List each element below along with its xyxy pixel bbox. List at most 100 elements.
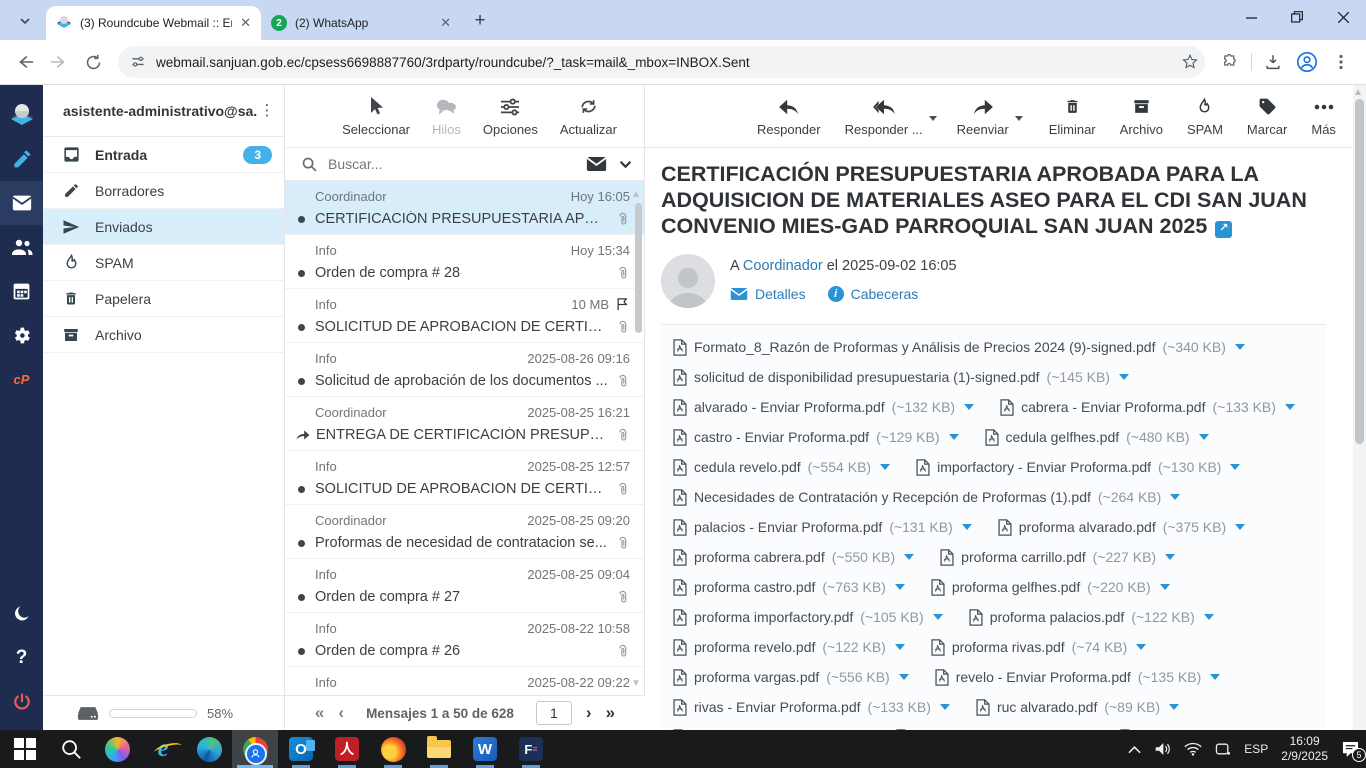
volume-icon[interactable] xyxy=(1154,742,1171,756)
archive-button[interactable]: Archivo xyxy=(1120,96,1163,137)
attachment-dropdown-caret[interactable] xyxy=(895,584,905,590)
attachment-dropdown-caret[interactable] xyxy=(933,614,943,620)
download-icon[interactable] xyxy=(1256,45,1290,79)
attachment-dropdown-caret[interactable] xyxy=(1235,344,1245,350)
search-options-chevron-icon[interactable] xyxy=(619,158,632,171)
mail-nav-icon[interactable] xyxy=(0,181,43,225)
scroll-up-arrow[interactable]: ▲ xyxy=(631,189,641,200)
wifi-icon[interactable] xyxy=(1184,742,1202,756)
back-button[interactable] xyxy=(8,45,42,79)
tab-close-icon[interactable]: ✕ xyxy=(240,15,251,31)
attachment-item[interactable]: palacios - Enviar Proforma.pdf (~131 KB) xyxy=(673,519,972,536)
attachment-dropdown-caret[interactable] xyxy=(880,464,890,470)
attachment-dropdown-caret[interactable] xyxy=(1199,434,1209,440)
sidebar-item-spam[interactable]: SPAM xyxy=(43,245,284,281)
logout-power-icon[interactable] xyxy=(0,680,43,724)
message-list-item[interactable]: Coordinador 2025-08-25 09:20 Proformas d… xyxy=(285,505,644,559)
attachment-item[interactable]: cedula gelfhes.pdf (~480 KB) xyxy=(985,429,1209,446)
attachment-item[interactable]: solicitud de disponibilidad presupuestar… xyxy=(673,369,1129,386)
tray-device-icon[interactable] xyxy=(1215,742,1231,756)
search-input[interactable] xyxy=(328,156,586,172)
account-menu-icon[interactable]: ⋮ xyxy=(258,108,276,113)
attachment-item[interactable]: proforma alvarado.pdf (~375 KB) xyxy=(998,519,1245,536)
window-close-button[interactable] xyxy=(1320,0,1366,34)
attachment-item[interactable]: imporfactory - Enviar Proforma.pdf (~130… xyxy=(916,459,1240,476)
attachment-dropdown-caret[interactable] xyxy=(1210,674,1220,680)
sidebar-item-entrada[interactable]: Entrada 3 xyxy=(43,137,284,173)
calendar-icon[interactable] xyxy=(0,269,43,313)
prev-page-button[interactable]: ‹ xyxy=(338,703,344,723)
message-list-item[interactable]: Info 2025-08-26 09:16 Solicitud de aprob… xyxy=(285,343,644,397)
attachment-dropdown-caret[interactable] xyxy=(1119,374,1129,380)
select-button[interactable]: Seleccionar xyxy=(342,96,410,137)
mail-scrollbar[interactable]: ▲ xyxy=(1353,85,1366,730)
attachment-item[interactable]: proforma palacios.pdf (~122 KB) xyxy=(969,609,1214,626)
last-page-button[interactable]: » xyxy=(606,703,615,723)
outlook-app-button[interactable]: O xyxy=(278,730,324,768)
attachment-dropdown-caret[interactable] xyxy=(899,674,909,680)
attachment-dropdown-caret[interactable] xyxy=(964,404,974,410)
attachment-item[interactable]: proforma vargas.pdf (~556 KB) xyxy=(673,669,909,686)
message-list-item[interactable]: Coordinador Hoy 16:05 CERTIFICACIÓN PRES… xyxy=(285,181,644,235)
forward-button[interactable]: Reenviar xyxy=(957,96,1009,137)
sidebar-item-borradores[interactable]: Borradores xyxy=(43,173,284,209)
new-tab-button[interactable]: + xyxy=(467,8,493,34)
attachment-item[interactable]: cabrera - Enviar Proforma.pdf (~133 KB) xyxy=(1000,399,1295,416)
forward-button[interactable] xyxy=(42,45,76,79)
attachment-item[interactable]: proforma imporfactory.pdf (~105 KB) xyxy=(673,609,943,626)
next-page-button[interactable]: › xyxy=(586,703,592,723)
attachment-item[interactable]: cedula revelo.pdf (~554 KB) xyxy=(673,459,890,476)
sidebar-item-papelera[interactable]: Papelera xyxy=(43,281,284,317)
scroll-up-arrow[interactable]: ▲ xyxy=(1353,87,1363,98)
window-restore-button[interactable] xyxy=(1274,0,1320,34)
word-app-button[interactable]: W xyxy=(462,730,508,768)
profile-icon[interactable] xyxy=(1290,45,1324,79)
attachment-item[interactable]: rivas - Enviar Proforma.pdf (~133 KB) xyxy=(673,699,950,716)
tab-whatsapp[interactable]: 2 (2) WhatsApp ✕ xyxy=(261,6,461,40)
attachment-item[interactable]: ruc alvarado.pdf (~89 KB) xyxy=(976,699,1179,716)
mark-button[interactable]: Marcar xyxy=(1247,96,1287,137)
attachment-dropdown-caret[interactable] xyxy=(949,434,959,440)
scroll-down-arrow[interactable]: ▼ xyxy=(631,678,641,689)
attachment-item[interactable]: alvarado - Enviar Proforma.pdf (~132 KB) xyxy=(673,399,974,416)
spam-button[interactable]: SPAM xyxy=(1187,96,1223,137)
attachment-dropdown-caret[interactable] xyxy=(895,644,905,650)
extensions-icon[interactable] xyxy=(1213,45,1247,79)
list-scrollbar-thumb[interactable] xyxy=(635,203,642,333)
attachment-item[interactable]: castro - Enviar Proforma.pdf (~129 KB) xyxy=(673,429,959,446)
facturador-app-button[interactable]: F≡ xyxy=(508,730,554,768)
sidebar-item-enviados[interactable]: Enviados xyxy=(43,209,284,245)
firefox-app-button[interactable] xyxy=(370,730,416,768)
notification-center-button[interactable]: 5 xyxy=(1341,741,1360,758)
message-list-item[interactable]: Coordinador 2025-08-25 16:21 ENTREGA DE … xyxy=(285,397,644,451)
attachment-dropdown-caret[interactable] xyxy=(1170,494,1180,500)
language-indicator[interactable]: ESP xyxy=(1244,742,1268,756)
chrome-app-button[interactable] xyxy=(232,730,278,768)
delete-button[interactable]: Eliminar xyxy=(1049,96,1096,137)
attachment-dropdown-caret[interactable] xyxy=(1169,704,1179,710)
tab-search-button[interactable] xyxy=(8,7,42,35)
attachment-item[interactable]: Formato_8_Razón de Proformas y Análisis … xyxy=(673,339,1245,356)
attachment-item[interactable]: Necesidades de Contratación y Recepción … xyxy=(673,489,1180,506)
open-in-new-window-icon[interactable]: ↗ xyxy=(1215,221,1232,238)
sender-link[interactable]: Coordinador xyxy=(743,258,823,274)
attachment-dropdown-caret[interactable] xyxy=(1235,524,1245,530)
threads-button[interactable]: Hilos xyxy=(432,96,461,137)
attachment-item[interactable]: proforma revelo.pdf (~122 KB) xyxy=(673,639,905,656)
attachment-item[interactable]: proforma castro.pdf (~763 KB) xyxy=(673,579,905,596)
attachment-dropdown-caret[interactable] xyxy=(1230,464,1240,470)
file-explorer-app-button[interactable] xyxy=(416,730,462,768)
attachment-item[interactable]: proforma rivas.pdf (~74 KB) xyxy=(931,639,1146,656)
scope-envelope-icon[interactable] xyxy=(586,156,607,172)
window-minimize-button[interactable] xyxy=(1228,0,1274,34)
dark-mode-moon-icon[interactable] xyxy=(0,592,43,636)
tab-close-icon[interactable]: ✕ xyxy=(440,15,451,31)
headers-link[interactable]: i Cabeceras xyxy=(828,286,919,302)
first-page-button[interactable]: « xyxy=(315,703,324,723)
page-number-input[interactable]: 1 xyxy=(536,701,572,725)
taskbar-search-button[interactable] xyxy=(48,730,94,768)
edge-app-button[interactable] xyxy=(186,730,232,768)
contacts-icon[interactable] xyxy=(0,225,43,269)
tab-roundcube[interactable]: (3) Roundcube Webmail :: Envia ✕ xyxy=(46,6,261,40)
message-list-item[interactable]: Info Hoy 15:34 Orden de compra # 28 xyxy=(285,235,644,289)
